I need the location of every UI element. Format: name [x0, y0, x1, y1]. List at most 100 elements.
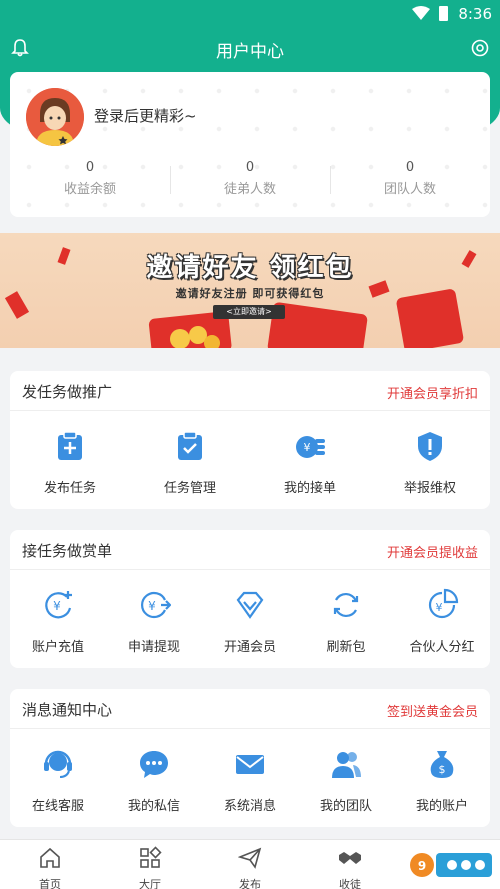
- tab-hall[interactable]: 大厅: [100, 840, 200, 889]
- grid-item-label: 在线客服: [31, 799, 84, 814]
- stat-value: 0: [245, 160, 255, 175]
- tab-label: 收徒: [339, 878, 361, 889]
- tab-home[interactable]: 首页: [0, 840, 100, 889]
- grid-item-label: 我的团队: [319, 799, 372, 814]
- svg-text:9: 9: [418, 859, 426, 873]
- wifi-icon: [412, 6, 430, 20]
- hall-grid-icon: [140, 846, 162, 868]
- section-header: 接任务做赏单 开通会员提收益: [10, 530, 490, 570]
- recharge-icon: ¥: [45, 591, 72, 619]
- page-title: 用户中心: [216, 42, 284, 62]
- banner-headline: 邀请好友 领红包: [146, 253, 354, 283]
- invite-now-button[interactable]: <立即邀请>: [213, 305, 285, 319]
- section-title: 消息通知中心: [22, 701, 113, 719]
- section-promo-link[interactable]: 开通会员享折扣: [387, 383, 478, 402]
- grid-item-label: 举报维权: [403, 481, 456, 496]
- grid-item-customer-service[interactable]: 在线客服: [10, 729, 106, 827]
- stat-label: 收益余额: [63, 182, 116, 197]
- section-title: 发任务做推广: [22, 383, 113, 401]
- tab-publish[interactable]: 发布: [200, 840, 300, 889]
- site-watermark-logo: 9: [410, 853, 492, 877]
- system-message-icon: [236, 755, 264, 774]
- section-grid: ¥ 账户充值 ¥ 申请提现 开通会员 刷新包 ¥ 合伙人分红: [10, 570, 490, 668]
- section-header: 发任务做推广 开通会员享折扣: [10, 371, 490, 411]
- my-orders-icon: ¥: [296, 436, 325, 458]
- title-bar: 用户中心: [0, 28, 500, 68]
- publish-plane-icon: [237, 847, 262, 869]
- section-notifications: 消息通知中心 签到送黄金会员 在线客服 我的私信 系统消息 我的团队 $ 我的账…: [10, 689, 490, 827]
- section-grid: 在线客服 我的私信 系统消息 我的团队 $ 我的账户: [10, 729, 490, 827]
- section-publish-tasks: 发任务做推广 开通会员享折扣 发布任务 任务管理 ¥ 我的接单 举报维权: [10, 371, 490, 509]
- home-icon: [40, 847, 60, 868]
- my-account-icon: $: [430, 751, 454, 778]
- login-prompt[interactable]: 登录后更精彩~: [94, 105, 197, 126]
- user-card: 登录后更精彩~ 0 收益余额 0 徒弟人数 0 团队人数: [10, 72, 490, 217]
- invite-banner[interactable]: 邀请好友 领红包 邀请好友注册 即可获得红包 <立即邀请>: [0, 233, 500, 348]
- user-stats: 0 收益余额 0 徒弟人数 0 团队人数: [10, 160, 490, 202]
- vip-diamond-icon: [236, 591, 264, 619]
- publish-task-icon: [58, 431, 82, 460]
- grid-item-my-orders[interactable]: ¥ 我的接单: [250, 411, 370, 509]
- stat-label: 徒弟人数: [223, 182, 276, 197]
- grid-item-label: 刷新包: [326, 640, 366, 655]
- grid-item-publish-task[interactable]: 发布任务: [10, 411, 130, 509]
- grid-item-recharge[interactable]: ¥ 账户充值: [10, 570, 106, 668]
- grid-item-private-message[interactable]: 我的私信: [106, 729, 202, 827]
- tab-recruit[interactable]: 收徒: [300, 840, 400, 889]
- grid-item-label: 我的账户: [415, 799, 468, 814]
- settings-icon[interactable]: [470, 38, 490, 58]
- grid-item-label: 申请提现: [127, 640, 180, 655]
- section-promo-link[interactable]: 开通会员提收益: [387, 542, 478, 561]
- grid-item-refresh[interactable]: 刷新包: [298, 570, 394, 668]
- grid-item-withdraw[interactable]: ¥ 申请提现: [106, 570, 202, 668]
- grid-item-partner[interactable]: ¥ 合伙人分红: [394, 570, 490, 668]
- grid-item-label: 我的私信: [127, 799, 180, 814]
- partner-dividend-icon: ¥: [428, 588, 459, 619]
- grid-item-report[interactable]: 举报维权: [370, 411, 490, 509]
- svg-text:¥: ¥: [304, 441, 311, 454]
- section-grid: 发布任务 任务管理 ¥ 我的接单 举报维权: [10, 411, 490, 509]
- tab-label: 发布: [239, 878, 261, 889]
- my-team-icon: [332, 752, 361, 778]
- grid-item-label: 我的接单: [283, 481, 336, 496]
- task-manage-icon: [178, 431, 202, 460]
- grid-item-my-team[interactable]: 我的团队: [298, 729, 394, 827]
- stat-team[interactable]: 0 团队人数: [330, 160, 490, 202]
- report-icon: [418, 432, 442, 461]
- svg-text:$: $: [439, 763, 446, 776]
- withdraw-icon: ¥: [141, 591, 172, 619]
- svg-text:¥: ¥: [436, 601, 443, 614]
- banner-subline: 邀请好友注册 即可获得红包: [175, 287, 325, 300]
- refresh-icon: [333, 592, 359, 618]
- stat-apprentices[interactable]: 0 徒弟人数: [170, 160, 330, 202]
- grid-item-label: 任务管理: [163, 481, 216, 496]
- status-bar: 8:36: [0, 0, 500, 28]
- section-take-tasks: 接任务做赏单 开通会员提收益 ¥ 账户充值 ¥ 申请提现 开通会员 刷新包 ¥ …: [10, 530, 490, 668]
- stat-value: 0: [405, 160, 415, 175]
- svg-text:¥: ¥: [53, 599, 61, 613]
- svg-text:¥: ¥: [148, 599, 156, 613]
- grid-item-my-account[interactable]: $ 我的账户: [394, 729, 490, 827]
- section-promo-link[interactable]: 签到送黄金会员: [387, 701, 478, 720]
- section-title: 接任务做赏单: [22, 542, 113, 560]
- tab-label: 大厅: [139, 878, 161, 889]
- grid-item-label: 开通会员: [223, 640, 276, 655]
- customer-service-icon: [44, 750, 72, 778]
- section-header: 消息通知中心 签到送黄金会员: [10, 689, 490, 729]
- grid-item-system-message[interactable]: 系统消息: [202, 729, 298, 827]
- grid-item-label: 合伙人分红: [409, 640, 475, 655]
- battery-icon: [439, 6, 448, 21]
- tab-label: 首页: [39, 878, 61, 889]
- avatar[interactable]: [26, 88, 84, 146]
- grid-item-label: 系统消息: [223, 799, 276, 814]
- handshake-icon: [339, 852, 361, 864]
- stat-value: 0: [85, 160, 95, 175]
- grid-item-task-manage[interactable]: 任务管理: [130, 411, 250, 509]
- grid-item-label: 账户充值: [31, 640, 84, 655]
- private-message-icon: [140, 751, 168, 778]
- grid-item-label: 发布任务: [43, 481, 96, 496]
- stat-label: 团队人数: [383, 182, 436, 197]
- stat-balance[interactable]: 0 收益余额: [10, 160, 170, 202]
- grid-item-vip[interactable]: 开通会员: [202, 570, 298, 668]
- clock: 8:36: [458, 5, 492, 23]
